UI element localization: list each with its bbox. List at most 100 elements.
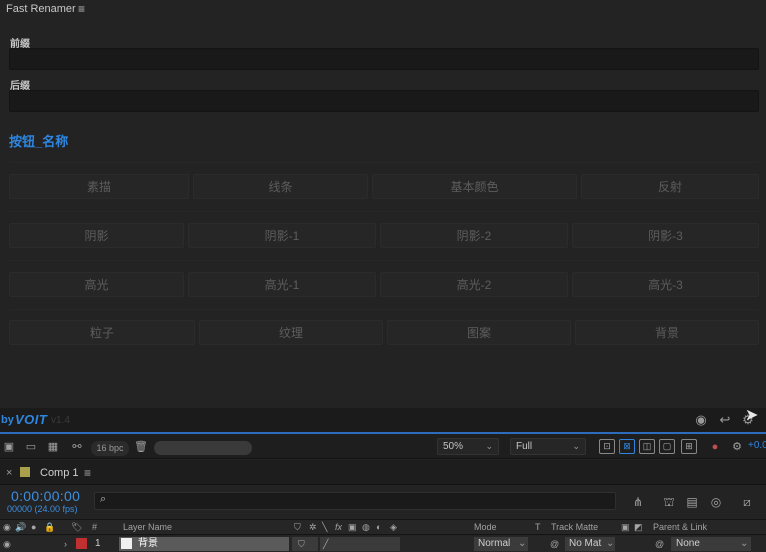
grid-divider xyxy=(9,260,759,261)
panel-title: Fast Renamer xyxy=(6,3,76,15)
3d-layer-icon[interactable]: ◈ xyxy=(390,520,397,534)
quality-icon[interactable]: ╲ xyxy=(322,520,327,534)
rename-button-sketch[interactable]: 素描 xyxy=(9,174,189,199)
layer-mode: Normal xyxy=(478,538,511,549)
exposure-value[interactable]: +0.0 xyxy=(748,440,766,451)
exposure-icon[interactable]: ⚙ xyxy=(729,440,745,454)
layer-name-header[interactable]: Layer Name xyxy=(123,520,172,534)
video-visibility-icon[interactable]: ◉ xyxy=(3,520,11,534)
expand-arrow-icon[interactable]: › xyxy=(64,537,67,551)
effects-icon[interactable]: fx xyxy=(335,520,342,534)
close-icon[interactable]: × xyxy=(6,467,12,479)
shy-switch-cell[interactable] xyxy=(292,537,318,551)
fast-preview-icon[interactable]: ⊡ xyxy=(599,439,615,454)
matte-box-icon[interactable]: ▣ xyxy=(621,520,630,534)
motion-blur-icon[interactable]: ◎ xyxy=(707,494,725,510)
trash-icon[interactable]: 🗑 xyxy=(133,440,149,454)
grid-divider xyxy=(9,211,759,212)
grid-divider xyxy=(9,162,759,163)
mask-visibility-icon[interactable]: ◫ xyxy=(639,439,655,454)
panel-menu-icon[interactable]: ≡ xyxy=(78,2,85,16)
layer-header-row xyxy=(0,519,766,535)
snapshot-icon[interactable]: ▣ xyxy=(1,440,17,454)
frame-blending-icon[interactable]: ▤ xyxy=(683,494,701,510)
shy-icon[interactable]: ⛉ xyxy=(294,520,301,534)
resolution-value: Full xyxy=(516,441,533,452)
layer-search-input[interactable] xyxy=(94,492,616,510)
viewer-scroll-slider[interactable] xyxy=(154,441,252,455)
suffix-input[interactable] xyxy=(9,90,759,112)
rename-button-highlight-2[interactable]: 高光-2 xyxy=(380,272,568,297)
layer-label-color[interactable] xyxy=(76,538,87,549)
flowchart-icon[interactable]: ⚯ xyxy=(69,440,85,454)
preserve-transparency-header: T xyxy=(535,522,541,532)
region-of-interest-icon[interactable]: ▢ xyxy=(659,439,675,454)
rename-button-lines[interactable]: 线条 xyxy=(193,174,368,199)
rename-button-texture[interactable]: 纹理 xyxy=(199,320,383,345)
rename-button-highlight-1[interactable]: 高光-1 xyxy=(188,272,376,297)
track-matte-header: Track Matte xyxy=(551,522,599,532)
folder-icon[interactable]: ▭ xyxy=(23,440,39,454)
comp-color-swatch xyxy=(20,467,30,477)
composition-flowchart-icon[interactable]: ⋔ xyxy=(629,494,647,510)
chevron-down-icon: ⌄ xyxy=(572,441,580,451)
current-timecode[interactable]: 0:00:00:00 xyxy=(11,488,80,504)
prefix-input[interactable] xyxy=(9,48,759,70)
frame-blend-icon[interactable]: ▣ xyxy=(348,520,357,534)
rename-button-particles[interactable]: 粒子 xyxy=(9,320,195,345)
layer-visibility-icon[interactable]: ◉ xyxy=(3,537,11,551)
film-icon[interactable]: ▦ xyxy=(45,440,61,454)
mode-header: Mode xyxy=(474,522,497,532)
layer-source-swatch xyxy=(121,538,132,549)
brand-logo: VOIT xyxy=(15,412,48,427)
resolution-dropdown[interactable]: Full ⌄ xyxy=(510,438,586,455)
layer-number-header: # xyxy=(92,522,98,532)
rename-button-shadow-3[interactable]: 阴影-3 xyxy=(572,223,759,248)
bit-depth-badge[interactable]: 16 bpc xyxy=(91,441,129,456)
layer-number: 1 xyxy=(95,538,101,549)
rename-button-shadow-1[interactable]: 阴影-1 xyxy=(188,223,376,248)
undo-icon[interactable]: ↩ xyxy=(717,412,733,428)
rename-button-shadow[interactable]: 阴影 xyxy=(9,223,184,248)
adjustment-layer-icon[interactable]: ◐ xyxy=(376,520,381,534)
draft-3d-icon[interactable]: ⛫ xyxy=(660,494,678,510)
collapse-icon[interactable]: ✲ xyxy=(309,520,317,534)
solo-icon[interactable]: ● xyxy=(31,520,36,534)
parent-pickwhip-icon[interactable]: @ xyxy=(655,537,664,551)
graph-editor-icon[interactable]: ⧄ xyxy=(738,494,756,510)
track-matte-pickwhip-icon[interactable]: @ xyxy=(550,537,559,551)
rename-button-shadow-2[interactable]: 阴影-2 xyxy=(380,223,568,248)
frame-count: 00000 (24.00 fps) xyxy=(7,504,78,514)
parent-link-header: Parent & Link xyxy=(653,522,708,532)
switches-cell[interactable] xyxy=(320,537,400,551)
rename-button-highlight-3[interactable]: 高光-3 xyxy=(572,272,759,297)
transparency-grid-icon[interactable]: ⊠ xyxy=(619,439,635,454)
zoom-dropdown[interactable]: 50% ⌄ xyxy=(437,438,499,455)
view-options-icon[interactable]: ⊞ xyxy=(681,439,697,454)
tab-menu-icon[interactable]: ≡ xyxy=(84,466,91,480)
rename-button-pattern[interactable]: 图案 xyxy=(387,320,571,345)
rename-button-highlight[interactable]: 高光 xyxy=(9,272,184,297)
layer-name[interactable]: 背景 xyxy=(138,537,158,551)
label-tag-icon[interactable]: 🏷 xyxy=(71,520,82,534)
tab-comp-1[interactable]: Comp 1 xyxy=(40,467,79,479)
layer-parent: None xyxy=(676,538,700,549)
eye-icon[interactable]: ◉ xyxy=(693,412,709,428)
motion-blur-switch-icon[interactable]: ◍ xyxy=(362,520,370,534)
matte-invert-icon[interactable]: ◩ xyxy=(634,520,643,534)
color-channel-icon[interactable]: ● xyxy=(707,440,723,454)
grid-divider xyxy=(9,309,759,310)
rename-button-reflection[interactable]: 反射 xyxy=(581,174,759,199)
version-label: v1.4 xyxy=(51,415,70,426)
audio-icon[interactable]: 🔊 xyxy=(15,520,26,534)
timeline-tab-row xyxy=(0,460,766,485)
quality-switch-icon: ╱ xyxy=(323,539,329,549)
chevron-down-icon: ⌄ xyxy=(518,538,527,549)
chevron-down-icon: ⌄ xyxy=(485,441,493,451)
brand-by: by xyxy=(1,414,14,426)
rename-button-base-color[interactable]: 基本颜色 xyxy=(372,174,577,199)
zoom-value: 50% xyxy=(443,441,464,452)
shy-switch-icon: ⛉ xyxy=(298,539,305,549)
lock-icon[interactable]: 🔒 xyxy=(44,520,55,534)
rename-button-background[interactable]: 背景 xyxy=(575,320,759,345)
